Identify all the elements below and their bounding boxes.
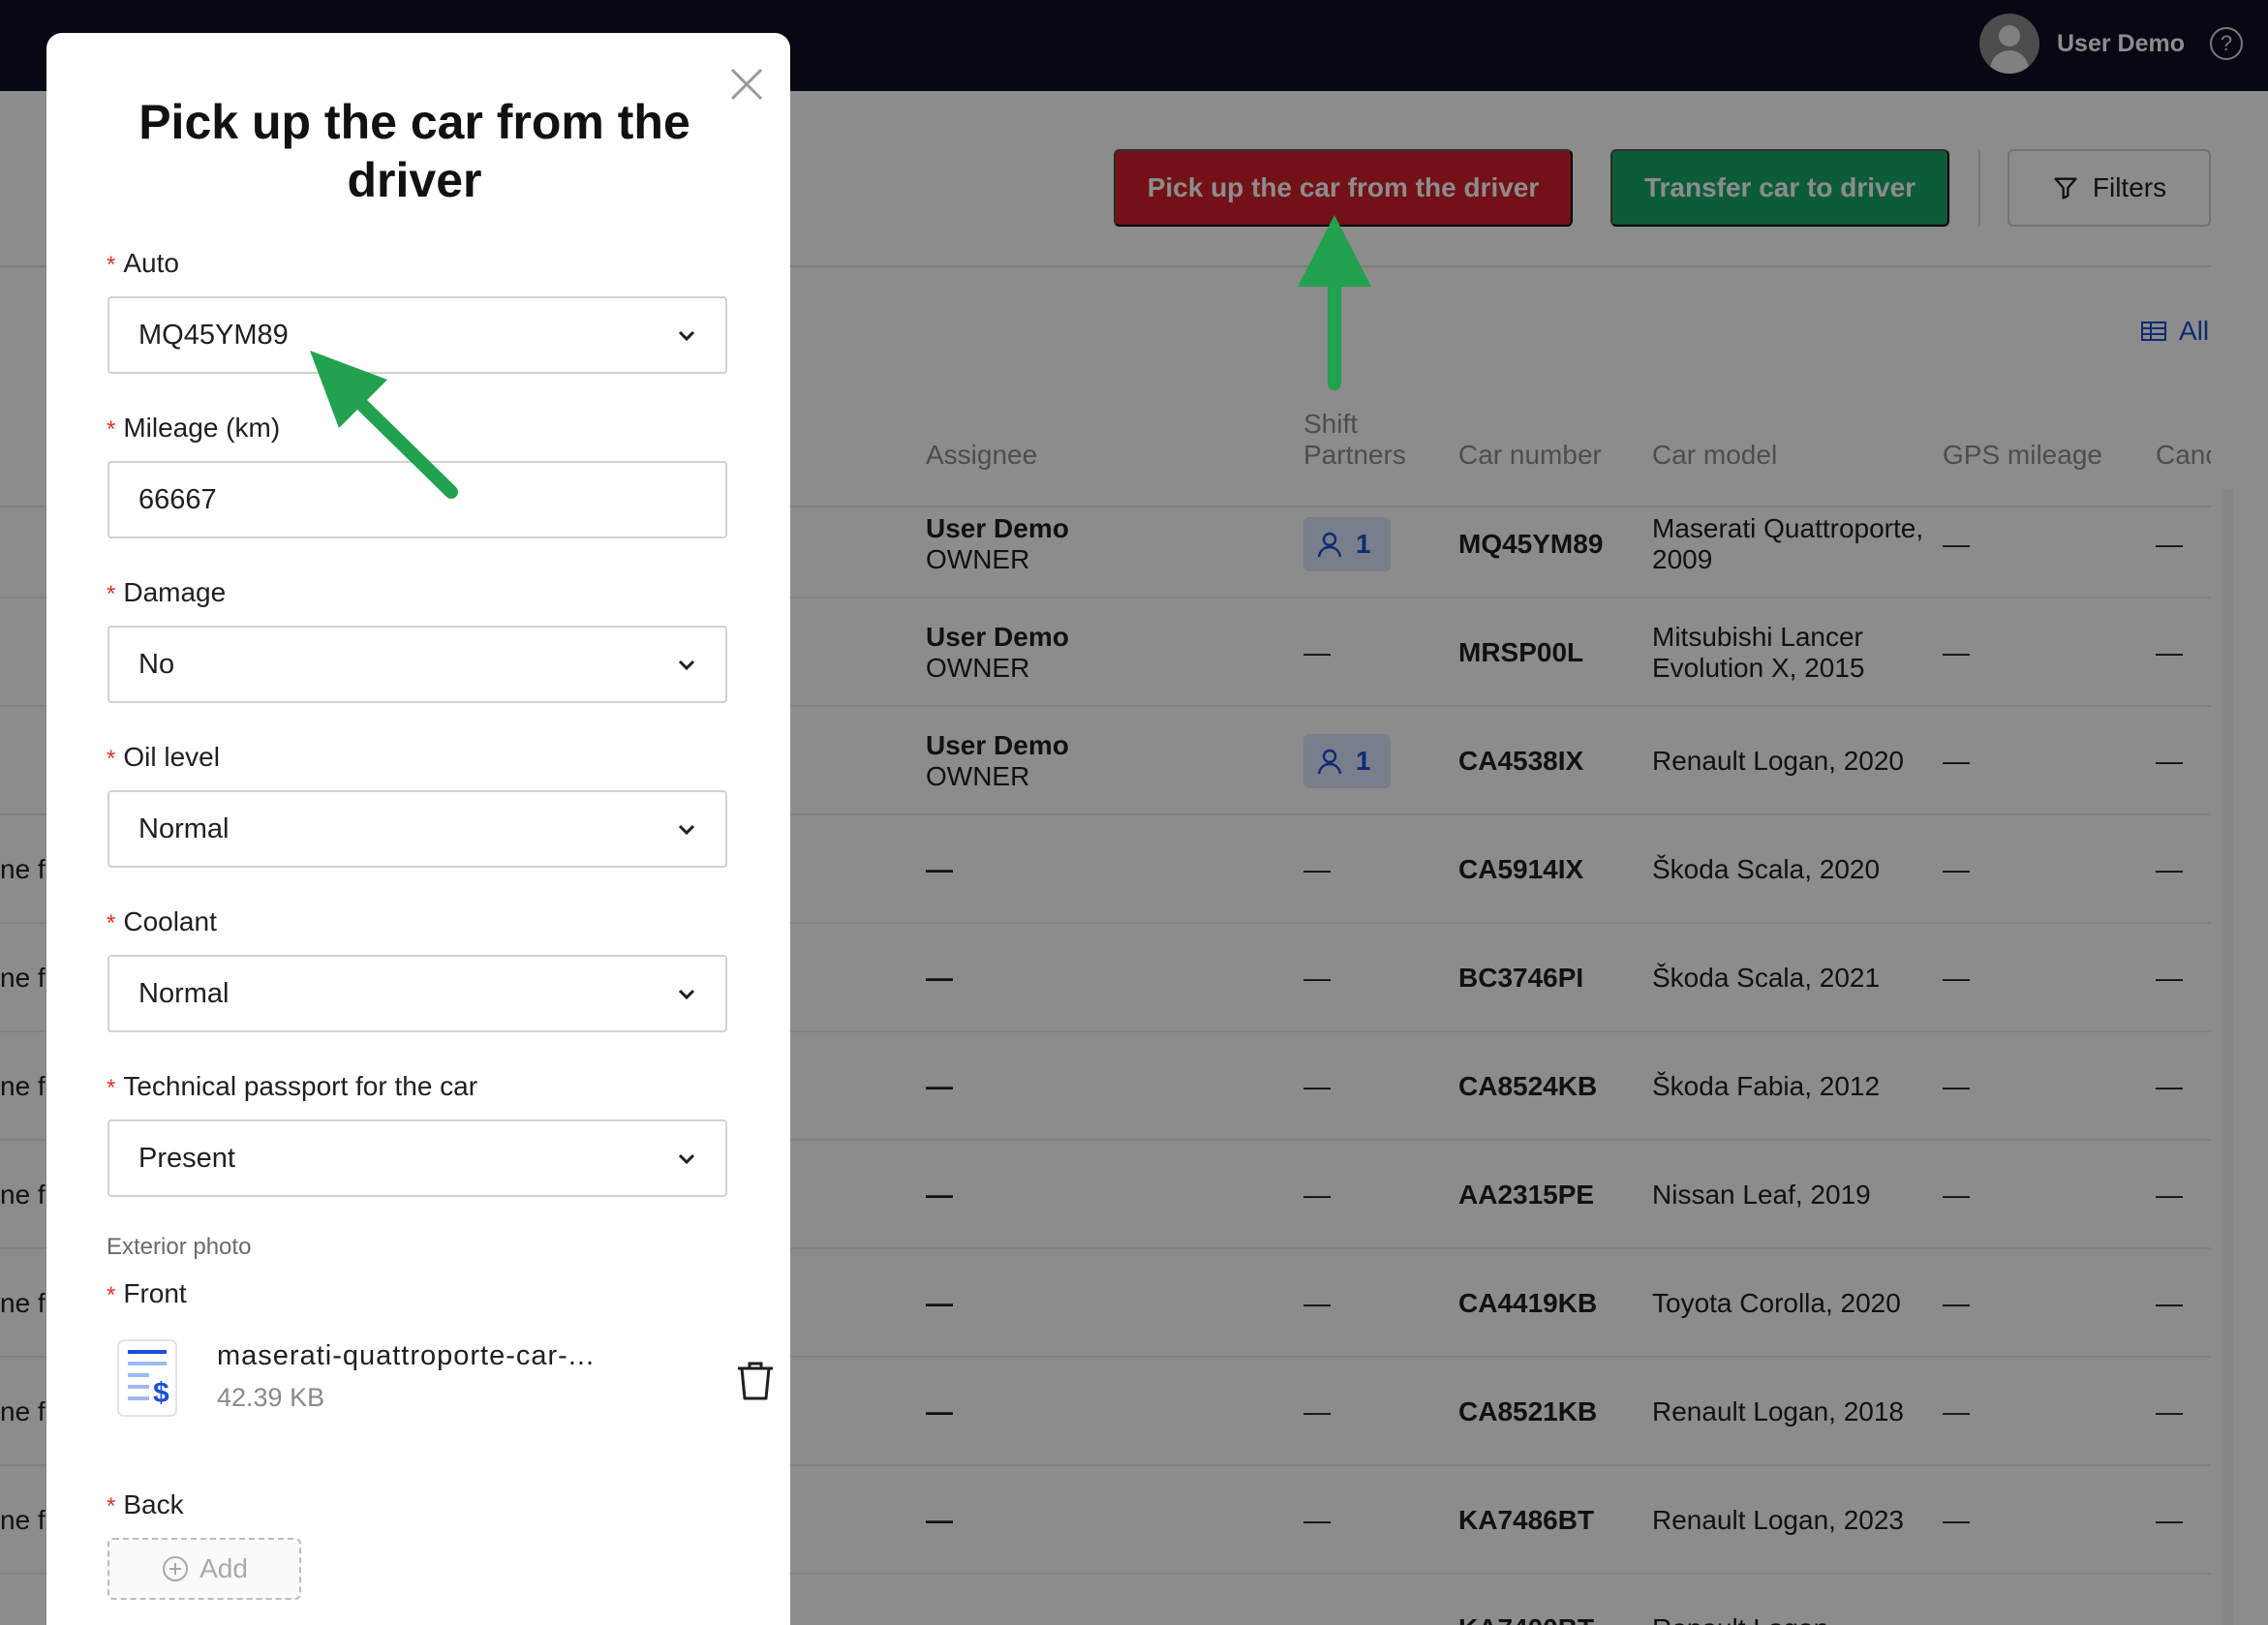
modal-title: Pick up the car from the driver	[138, 95, 690, 207]
chevron-down-icon	[678, 989, 695, 1000]
mileage-label: * Mileage (km)	[107, 413, 281, 443]
passport-label: * Technical passport for the car	[107, 1071, 478, 1101]
chevron-down-icon	[678, 1153, 695, 1165]
auto-value: MQ45YM89	[138, 319, 289, 351]
damage-label: * Damage	[107, 577, 227, 607]
auto-select[interactable]: MQ45YM89	[107, 296, 727, 374]
plus-circle-icon	[163, 1556, 189, 1581]
oil-select[interactable]: Normal	[107, 790, 727, 868]
damage-select[interactable]: No	[107, 626, 727, 703]
passport-value: Present	[138, 1142, 235, 1174]
oil-value: Normal	[138, 812, 230, 844]
auto-label: * Auto	[107, 248, 179, 278]
mileage-input[interactable]: 66667	[107, 461, 727, 538]
damage-value: No	[138, 648, 175, 680]
oil-label: * Oil level	[107, 742, 220, 772]
chevron-down-icon	[678, 330, 695, 342]
exterior-photo-label: Exterior photo	[107, 1234, 252, 1260]
coolant-label: * Coolant	[107, 906, 217, 936]
pickup-modal: Pick up the car from the driver * Auto MQ…	[46, 33, 790, 1625]
trash-icon[interactable]	[734, 1360, 777, 1402]
coolant-value: Normal	[138, 977, 230, 1009]
back-add-button[interactable]: Add	[107, 1538, 301, 1600]
front-label: * Front	[107, 1278, 187, 1308]
svg-text:$: $	[153, 1377, 169, 1409]
back-label: * Back	[107, 1489, 184, 1519]
coolant-select[interactable]: Normal	[107, 955, 727, 1032]
add-label: Add	[199, 1553, 248, 1583]
close-icon[interactable]	[722, 60, 771, 108]
front-file-item: $ maserati-quattroporte-car-... 42.39 KB	[114, 1331, 773, 1427]
passport-select[interactable]: Present	[107, 1119, 727, 1197]
chevron-down-icon	[678, 824, 695, 836]
front-file-name[interactable]: maserati-quattroporte-car-...	[217, 1340, 595, 1372]
chevron-down-icon	[678, 659, 695, 671]
document-dollar-icon: $	[117, 1339, 177, 1417]
mileage-value: 66667	[138, 483, 217, 515]
front-file-size: 42.39 KB	[217, 1383, 325, 1412]
